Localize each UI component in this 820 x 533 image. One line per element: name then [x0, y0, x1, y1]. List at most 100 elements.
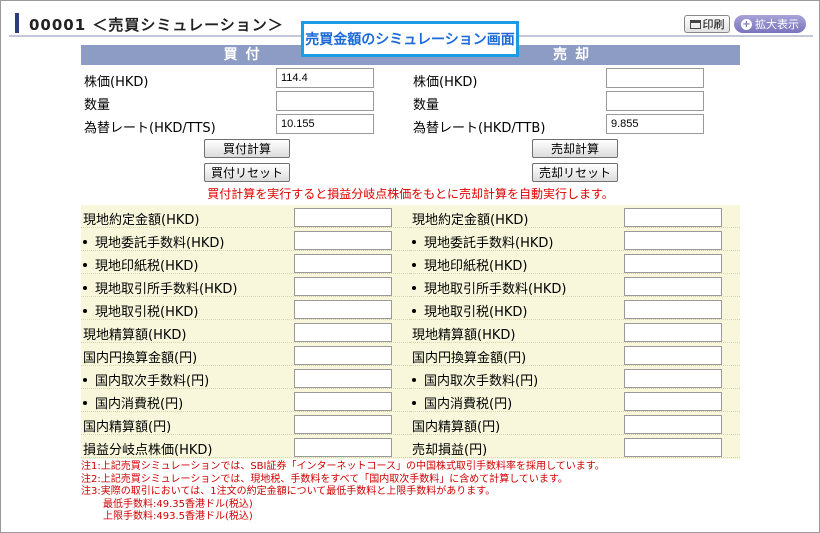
simulation-window: 00001 ＜売買シミュレーション＞ 売買金額のシミュレーション画面 印刷 + …	[0, 0, 820, 533]
sell-result-label-text: 現地約定金額(HKD)	[412, 213, 529, 228]
buy-result-value	[294, 415, 392, 434]
buy-result-row: 国内精算額(円)	[81, 412, 410, 435]
buy-result-value	[294, 254, 392, 273]
sell-price-input[interactable]	[606, 68, 704, 88]
bullet-icon	[412, 400, 416, 405]
buy-result-value	[294, 323, 392, 342]
buy-result-label-text: 現地取引所手数料(HKD)	[95, 282, 238, 297]
notes: 注1:上記売買シミュレーションでは、SBI証券「インターネットコース」の中国株式…	[81, 461, 605, 524]
buy-rate-input[interactable]	[276, 114, 374, 134]
bullet-icon	[83, 308, 87, 313]
sell-result-value	[624, 346, 722, 365]
buy-result-label-text: 現地委託手数料(HKD)	[95, 236, 225, 251]
buy-result-row: 国内消費税(円)	[81, 389, 410, 412]
sell-rate-input[interactable]	[606, 114, 704, 134]
page-title: 00001 ＜売買シミュレーション＞	[29, 16, 284, 34]
sell-result-value	[624, 392, 722, 411]
sell-result-label: 国内円換算金額(円)	[412, 347, 526, 366]
buy-result-label-text: 現地約定金額(HKD)	[83, 213, 200, 228]
sell-reset-button[interactable]: 売却リセット	[532, 163, 618, 182]
sell-result-label: 現地取引所手数料(HKD)	[412, 278, 566, 297]
note-max-fee: 上限手数料:493.5香港ドル(税込)	[103, 511, 253, 522]
buy-result-label: 国内取次手数料(円)	[83, 370, 209, 389]
buy-result-label: 国内精算額(円)	[83, 416, 171, 435]
buy-result-label: 現地約定金額(HKD)	[83, 209, 199, 228]
buy-result-label: 現地印紙税(HKD)	[83, 255, 198, 274]
buy-result-row: 現地約定金額(HKD)	[81, 205, 410, 228]
sell-result-label: 国内取次手数料(円)	[412, 370, 538, 389]
sell-result-value	[624, 277, 722, 296]
expand-label: 拡大表示	[755, 18, 799, 31]
sell-result-row: 売却損益(円)	[410, 435, 740, 458]
sell-calc-button[interactable]: 売却計算	[532, 139, 618, 158]
buy-result-row: 損益分岐点株価(HKD)	[81, 435, 410, 458]
buy-result-label: 国内円換算金額(円)	[83, 347, 197, 366]
buy-results-panel: 現地約定金額(HKD) 現地委託手数料(HKD) 現地印紙税(HKD) 現地取引所手数…	[81, 205, 410, 459]
sell-result-row: 国内消費税(円)	[410, 389, 740, 412]
buy-price-input[interactable]	[276, 68, 374, 88]
title-accent-mark	[15, 13, 19, 33]
bullet-icon	[412, 262, 416, 267]
buy-result-label: 損益分岐点株価(HKD)	[83, 439, 212, 458]
sell-result-label-text: 売却損益(円)	[412, 443, 488, 458]
note-1: 注1:上記売買シミュレーションでは、SBI証券「インターネットコース」の中国株式…	[81, 461, 605, 472]
sell-result-row: 現地印紙税(HKD)	[410, 251, 740, 274]
buy-result-label: 現地取引税(HKD)	[83, 301, 198, 320]
buy-result-row: 現地委託手数料(HKD)	[81, 228, 410, 251]
buy-result-row: 現地精算額(HKD)	[81, 320, 410, 343]
buy-result-label-text: 現地印紙税(HKD)	[95, 259, 199, 274]
sell-result-value	[624, 231, 722, 250]
sell-result-row: 現地委託手数料(HKD)	[410, 228, 740, 251]
buy-result-value	[294, 369, 392, 388]
buy-result-value	[294, 346, 392, 365]
buy-result-label: 現地精算額(HKD)	[83, 324, 186, 343]
buy-result-row: 国内円換算金額(円)	[81, 343, 410, 366]
sell-result-label-text: 国内取次手数料(円)	[424, 374, 539, 389]
buy-calc-button[interactable]: 買付計算	[204, 139, 290, 158]
buy-result-label-text: 国内取次手数料(円)	[95, 374, 210, 389]
expand-view-button[interactable]: + 拡大表示	[734, 15, 806, 33]
sell-result-row: 国内取次手数料(円)	[410, 366, 740, 389]
note-3: 注3:実際の取引においては、1注文の約定金額について最低手数料と上限手数料があり…	[81, 486, 496, 497]
buy-qty-input[interactable]	[276, 91, 374, 111]
sell-result-label-text: 国内円換算金額(円)	[412, 351, 527, 366]
sell-result-value	[624, 208, 722, 227]
sell-result-row: 現地取引税(HKD)	[410, 297, 740, 320]
plus-icon: +	[741, 18, 752, 30]
sell-result-label: 国内消費税(円)	[412, 393, 512, 412]
sell-result-label-text: 現地精算額(HKD)	[412, 328, 516, 343]
bullet-icon	[412, 308, 416, 313]
buy-result-row: 現地取引所手数料(HKD)	[81, 274, 410, 297]
sell-qty-input[interactable]	[606, 91, 704, 111]
auto-calc-notice: 買付計算を実行すると損益分岐点株価をもとに売却計算を自動実行します。	[207, 187, 614, 201]
buy-result-row: 現地印紙税(HKD)	[81, 251, 410, 274]
sell-results-panel: 現地約定金額(HKD) 現地委託手数料(HKD) 現地印紙税(HKD) 現地取引所手数…	[410, 205, 740, 459]
bullet-icon	[412, 377, 416, 382]
buy-result-label-text: 現地取引税(HKD)	[95, 305, 199, 320]
note-min-fee: 最低手数料:49.35香港ドル(税込)	[103, 498, 253, 510]
buy-result-label: 国内消費税(円)	[83, 393, 183, 412]
buy-rate-label: 為替レート(HKD/TTS)	[84, 121, 216, 136]
buy-result-label-text: 国内精算額(円)	[83, 420, 172, 435]
buy-reset-button[interactable]: 買付リセット	[204, 163, 290, 182]
buy-result-value	[294, 438, 392, 457]
sell-result-row: 現地取引所手数料(HKD)	[410, 274, 740, 297]
sell-result-value	[624, 415, 722, 434]
bullet-icon	[83, 262, 87, 267]
buy-result-value	[294, 231, 392, 250]
sell-result-label-text: 現地委託手数料(HKD)	[424, 236, 554, 251]
note-2: 注2:上記売買シミュレーションでは、現地税、手数料をすべて「国内取次手数料」に含…	[81, 473, 568, 485]
sell-result-value	[624, 300, 722, 319]
buy-result-label-text: 国内円換算金額(円)	[83, 351, 198, 366]
sell-result-label: 国内精算額(円)	[412, 416, 500, 435]
sell-result-label-text: 国内消費税(円)	[424, 397, 513, 412]
bullet-icon	[83, 285, 87, 290]
bullet-icon	[83, 239, 87, 244]
sell-result-value	[624, 438, 722, 457]
sell-result-label: 現地精算額(HKD)	[412, 324, 515, 343]
sell-result-label: 現地委託手数料(HKD)	[412, 232, 553, 251]
buy-result-label-text: 現地精算額(HKD)	[83, 328, 187, 343]
print-button[interactable]: 印刷	[684, 15, 730, 33]
buy-result-label-text: 国内消費税(円)	[95, 397, 184, 412]
sell-price-label: 株価(HKD)	[413, 75, 478, 90]
